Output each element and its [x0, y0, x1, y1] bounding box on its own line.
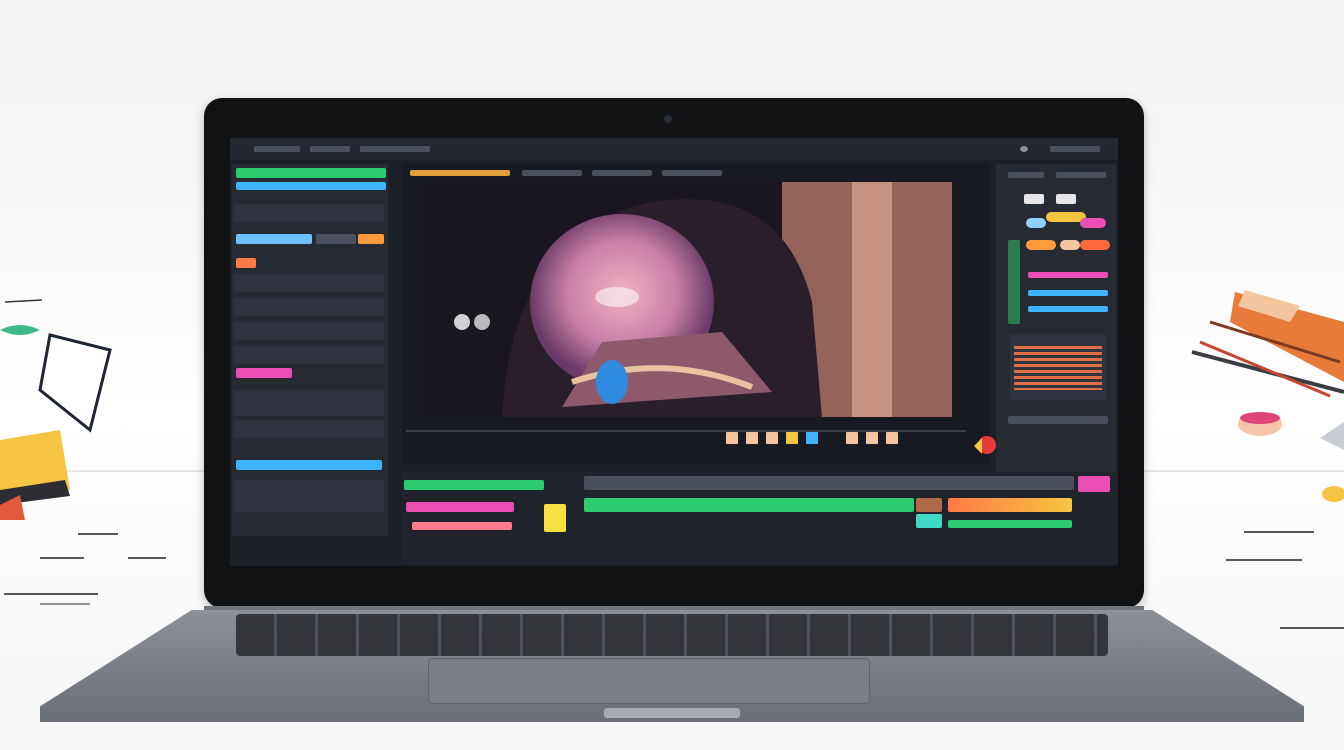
menu-item[interactable]	[1050, 146, 1100, 152]
paint-brushes-decoration	[1191, 290, 1344, 502]
color-swatch[interactable]	[786, 432, 798, 444]
property-row[interactable]	[234, 420, 384, 438]
viewer-tab[interactable]	[662, 170, 722, 176]
menu-bar	[230, 138, 1118, 160]
panel-tab[interactable]	[1056, 172, 1106, 178]
dash-marks-decoration	[4, 533, 166, 605]
viewer-tab[interactable]	[410, 170, 510, 176]
menu-item[interactable]	[254, 146, 300, 152]
audio-track[interactable]	[948, 498, 1072, 512]
color-swatch[interactable]	[846, 432, 858, 444]
timeline-panel	[402, 472, 1118, 564]
trackpad[interactable]	[428, 658, 870, 704]
color-chip[interactable]	[1026, 240, 1056, 250]
property-row[interactable]	[234, 274, 384, 292]
scene	[0, 0, 1344, 750]
orange-button[interactable]	[358, 234, 384, 244]
timeline-clip[interactable]	[544, 504, 566, 532]
progress-bar	[236, 460, 382, 470]
panel-footer-bar	[1008, 416, 1108, 424]
video-track[interactable]	[584, 498, 914, 512]
viewer-tab[interactable]	[592, 170, 652, 176]
color-swatch[interactable]	[886, 432, 898, 444]
property-row[interactable]	[234, 204, 384, 222]
color-swatch[interactable]	[866, 432, 878, 444]
color-chip[interactable]	[1060, 240, 1080, 250]
color-swatch[interactable]	[766, 432, 778, 444]
property-row[interactable]	[234, 480, 384, 512]
keyboard	[236, 614, 1108, 656]
viewer-tab[interactable]	[522, 170, 582, 176]
toggle-button[interactable]	[1024, 194, 1044, 204]
property-row[interactable]	[234, 322, 384, 340]
property-row[interactable]	[234, 390, 384, 416]
dash-marks-right-decoration	[1226, 531, 1344, 629]
timeline-marker[interactable]	[1078, 476, 1110, 492]
paper-scrap-decoration	[0, 299, 112, 520]
color-swatch[interactable]	[806, 432, 818, 444]
toggle-button[interactable]	[1056, 194, 1076, 204]
menu-item[interactable]	[310, 146, 350, 152]
effect-slider[interactable]	[1028, 290, 1108, 296]
color-swatch[interactable]	[726, 432, 738, 444]
timeline-ruler	[584, 476, 1074, 490]
video-preview-frame	[422, 182, 952, 417]
input-field[interactable]	[316, 234, 356, 244]
video-frame-art	[422, 182, 952, 417]
timeline-track[interactable]	[406, 502, 514, 512]
leaf-shape	[0, 325, 40, 335]
timeline-track[interactable]	[404, 480, 544, 490]
effect-slider[interactable]	[1028, 306, 1108, 312]
audio-track[interactable]	[948, 520, 1072, 528]
panel-tab[interactable]	[1008, 172, 1044, 178]
transition-clip[interactable]	[916, 498, 942, 512]
search-icon[interactable]	[1020, 146, 1028, 152]
tag-badge	[236, 258, 256, 268]
menu-item[interactable]	[360, 146, 430, 152]
paper-shape	[38, 333, 112, 433]
level-meter	[1008, 240, 1020, 324]
left-properties-panel	[232, 164, 388, 536]
laptop-screen	[230, 138, 1118, 566]
color-chip[interactable]	[1080, 240, 1110, 250]
color-chip[interactable]	[1080, 218, 1106, 228]
playback-controls	[406, 430, 986, 444]
timeline-track[interactable]	[412, 522, 512, 530]
waveform-box	[1010, 334, 1106, 400]
transition-clip[interactable]	[916, 514, 942, 528]
color-chip[interactable]	[1026, 218, 1046, 228]
tag-badge	[236, 368, 292, 378]
lid-notch	[604, 708, 740, 718]
panel-header-bar	[236, 168, 386, 178]
scrub-track[interactable]	[406, 430, 966, 432]
property-row[interactable]	[234, 346, 384, 364]
camera-dot-icon	[664, 115, 672, 123]
color-swatch[interactable]	[746, 432, 758, 444]
panel-subheader-bar	[236, 182, 386, 190]
input-field[interactable]	[236, 234, 312, 244]
effect-slider[interactable]	[1028, 272, 1108, 278]
property-row[interactable]	[234, 298, 384, 316]
